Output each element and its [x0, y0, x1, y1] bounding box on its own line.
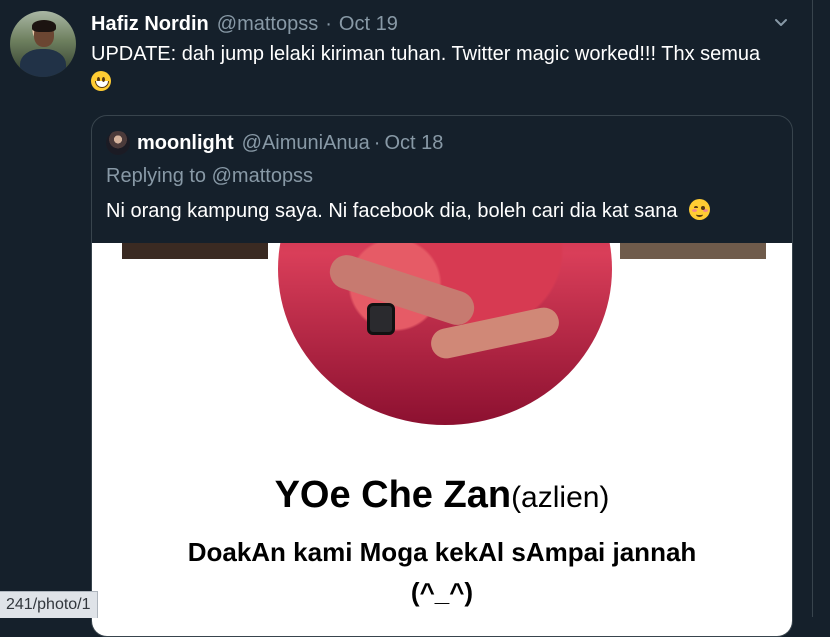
avatar-body	[20, 49, 66, 77]
smiling-face-with-smiling-eyes-icon	[689, 199, 711, 220]
profile-name: YOe Che Zan(azlien)	[92, 474, 792, 517]
profile-bio-line-2: (^_^)	[410, 577, 474, 607]
quoted-date[interactable]: Oct 18	[384, 132, 443, 155]
photo-arm	[325, 250, 479, 330]
author-handle[interactable]: @mattopss	[217, 13, 318, 36]
chevron-down-icon[interactable]	[770, 12, 792, 34]
quoted-author-handle[interactable]: @AimuniAnua	[242, 132, 370, 155]
tweet-text-content: UPDATE: dah jump lelaki kiriman tuhan. T…	[91, 43, 761, 65]
replying-to[interactable]: Replying to @mattopss	[106, 165, 313, 188]
grinning-face-icon	[91, 71, 111, 91]
profile-photo	[278, 243, 612, 425]
quoted-tweet-image[interactable]: YOe Che Zan(azlien) DoakAn kami Moga kek…	[92, 243, 792, 636]
emoji-eyes	[694, 206, 699, 210]
cover-photo-right	[620, 243, 766, 259]
quoted-tweet-text: Ni orang kampung saya. Ni facebook dia, …	[106, 199, 711, 223]
quoted-tweet-header: moonlight @AimuniAnua · Oct 18	[106, 130, 443, 156]
quoted-author-name[interactable]: moonlight	[137, 132, 234, 155]
tweet-header: Hafiz Nordin @mattopss · Oct 19	[91, 11, 398, 37]
avatar-hair	[32, 20, 56, 32]
tweet-text: UPDATE: dah jump lelaki kiriman tuhan. T…	[91, 40, 781, 96]
timeline-divider	[812, 0, 813, 617]
cover-photo-left	[122, 243, 268, 259]
chevron-down-svg	[775, 19, 787, 26]
profile-name-alt: (azlien)	[511, 481, 610, 514]
quoted-author-avatar[interactable]	[106, 131, 130, 155]
wristwatch-icon	[367, 303, 395, 335]
header-separator: ·	[325, 12, 332, 35]
quoted-tweet-text-content: Ni orang kampung saya. Ni facebook dia, …	[106, 200, 678, 222]
author-avatar[interactable]	[10, 11, 76, 77]
quoted-tweet-card[interactable]: moonlight @AimuniAnua · Oct 18 Replying …	[91, 115, 793, 637]
emoji-smile	[696, 212, 704, 217]
author-name[interactable]: Hafiz Nordin	[91, 13, 209, 36]
profile-name-main: YOe Che Zan	[274, 474, 512, 516]
status-bar-url: 241/photo/1	[0, 591, 98, 618]
quoted-separator: ·	[373, 131, 381, 154]
profile-bio-line-1: DoakAn kami Moga kekAl sAmpai jannah	[187, 537, 697, 567]
tweet-date[interactable]: Oct 19	[339, 13, 398, 36]
emoji-mouth	[95, 81, 109, 88]
